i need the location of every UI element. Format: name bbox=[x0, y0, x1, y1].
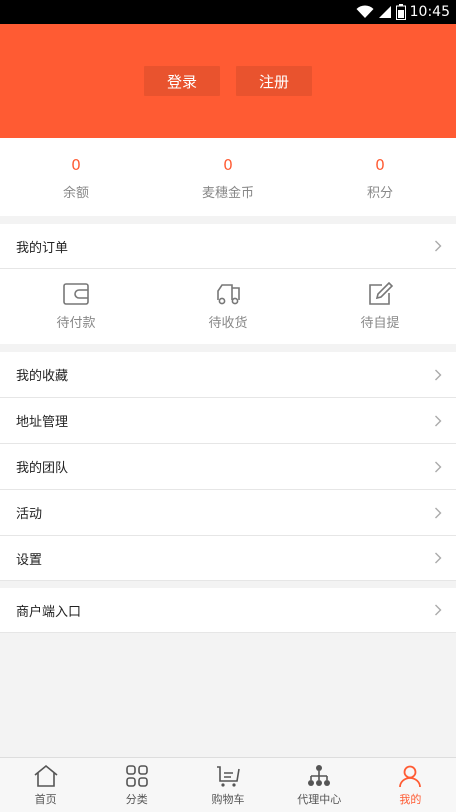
divider bbox=[0, 580, 456, 581]
chevron-right-icon bbox=[435, 461, 442, 472]
truck-icon bbox=[217, 284, 240, 305]
edit-icon bbox=[369, 282, 394, 305]
stat-value: 0 bbox=[223, 156, 233, 174]
chevron-right-icon bbox=[435, 240, 442, 252]
tab-label: 购物车 bbox=[211, 793, 245, 806]
chevron-right-icon bbox=[435, 369, 442, 380]
chevron-right-icon bbox=[435, 415, 442, 426]
stat-label: 积分 bbox=[366, 186, 393, 201]
menu-my-team[interactable]: 我的团队 bbox=[0, 444, 456, 489]
chevron-right-icon bbox=[435, 507, 442, 518]
row-label: 我的团队 bbox=[16, 461, 69, 476]
row-label: 地址管理 bbox=[16, 415, 69, 430]
order-pending-payment[interactable]: 待付款 bbox=[0, 269, 152, 344]
merchant-entry-row[interactable]: 商户端入口 bbox=[0, 588, 456, 633]
row-label: 活动 bbox=[16, 507, 43, 522]
cart-icon bbox=[217, 766, 240, 787]
wifi-icon bbox=[356, 5, 374, 18]
my-orders-row[interactable]: 我的订单 bbox=[0, 224, 456, 268]
stat-label: 余额 bbox=[62, 186, 89, 201]
menu-favorites[interactable]: 我的收藏 bbox=[0, 352, 456, 397]
tab-label: 分类 bbox=[125, 793, 148, 806]
stat-gold-coins[interactable]: 0 麦穗金币 bbox=[152, 138, 304, 216]
status-bar: 10:45 bbox=[0, 0, 456, 24]
row-label: 我的订单 bbox=[16, 240, 69, 256]
menu-activities[interactable]: 活动 bbox=[0, 490, 456, 535]
menu-settings[interactable]: 设置 bbox=[0, 536, 456, 580]
order-item-label: 待付款 bbox=[56, 316, 96, 331]
tab-label: 首页 bbox=[34, 793, 57, 806]
user-icon bbox=[399, 765, 422, 788]
battery-icon bbox=[395, 4, 406, 20]
tab-home[interactable]: 首页 bbox=[0, 758, 91, 812]
row-label: 商户端入口 bbox=[16, 604, 82, 620]
status-time: 10:45 bbox=[409, 4, 450, 20]
tab-label: 我的 bbox=[399, 793, 422, 806]
chevron-right-icon bbox=[435, 552, 442, 564]
chevron-right-icon bbox=[435, 604, 442, 616]
account-stats: 0 余额 0 麦穗金币 0 积分 bbox=[0, 138, 456, 216]
network-icon bbox=[308, 765, 331, 786]
order-item-label: 待收货 bbox=[208, 316, 248, 331]
login-button[interactable]: 登录 bbox=[144, 66, 220, 96]
order-pending-receipt[interactable]: 待收货 bbox=[152, 269, 304, 344]
tab-label: 代理中心 bbox=[297, 793, 342, 806]
stat-value: 0 bbox=[71, 156, 81, 174]
tab-cart[interactable]: 购物车 bbox=[182, 758, 273, 812]
stat-balance[interactable]: 0 余额 bbox=[0, 138, 152, 216]
bottom-tab-bar: 首页 分类 购物车 代理中心 我的 bbox=[0, 757, 456, 812]
tab-mine[interactable]: 我的 bbox=[365, 758, 456, 812]
signal-icon bbox=[378, 6, 391, 18]
order-item-label: 待自提 bbox=[360, 316, 400, 331]
order-status-bar: 待付款 待收货 待自提 bbox=[0, 269, 456, 344]
row-label: 我的收藏 bbox=[16, 369, 69, 384]
register-button[interactable]: 注册 bbox=[236, 66, 312, 96]
tab-agent-center[interactable]: 代理中心 bbox=[274, 758, 365, 812]
stat-points[interactable]: 0 积分 bbox=[304, 138, 456, 216]
tab-category[interactable]: 分类 bbox=[91, 758, 182, 812]
wallet-icon bbox=[63, 283, 89, 305]
order-pending-pickup[interactable]: 待自提 bbox=[304, 269, 456, 344]
home-icon bbox=[34, 764, 58, 787]
stat-label: 麦穗金币 bbox=[201, 186, 254, 201]
row-label: 设置 bbox=[16, 552, 43, 568]
grid-icon bbox=[125, 765, 148, 787]
stat-value: 0 bbox=[375, 156, 385, 174]
profile-header: 登录 注册 bbox=[0, 24, 456, 138]
menu-address-management[interactable]: 地址管理 bbox=[0, 398, 456, 443]
